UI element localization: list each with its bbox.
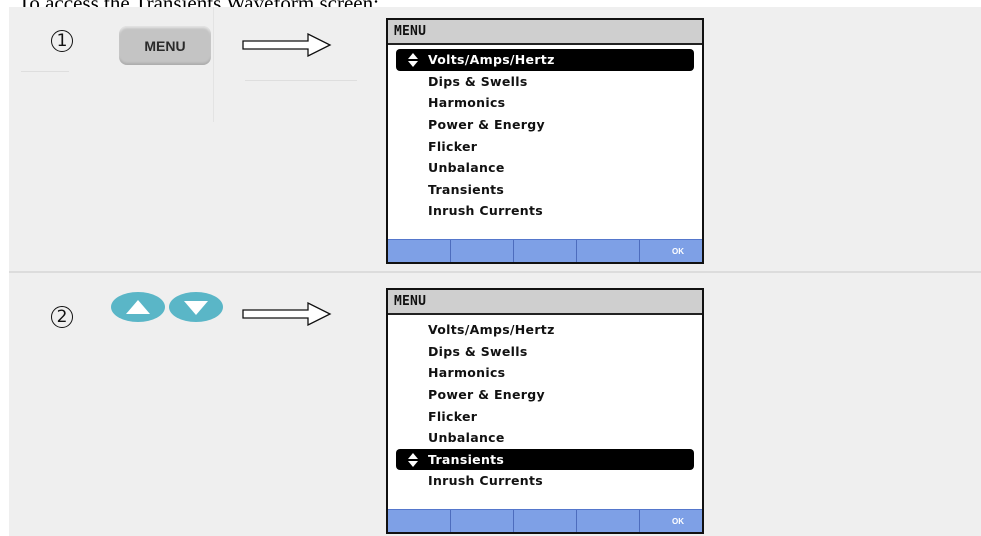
softkey-4[interactable]: [577, 240, 640, 262]
menu-item-label: Transients: [428, 181, 505, 197]
menu-item-label: Unbalance: [428, 160, 505, 176]
menu-screen: MENU Volts/Amps/Hertz Dips & Swells Harmon…: [386, 288, 704, 534]
menu-item[interactable]: Flicker: [396, 135, 694, 157]
softkey-bar: OK: [388, 509, 702, 532]
screen-title: MENU: [388, 20, 702, 45]
menu-item[interactable]: Power & Energy: [396, 384, 694, 406]
step-2-panel: 2 MENU Volts/Amps/Hertz Dips & Swells Harm…: [9, 273, 981, 536]
softkey-2[interactable]: [451, 510, 514, 532]
menu-item-label: Harmonics: [428, 365, 506, 381]
softkey-3[interactable]: [514, 240, 577, 262]
menu-item[interactable]: Harmonics: [396, 92, 694, 114]
arrow-down-key[interactable]: [169, 292, 223, 322]
menu-item[interactable]: Volts/Amps/Hertz: [396, 319, 694, 341]
screen-title: MENU: [388, 290, 702, 315]
softkey-bar: OK: [388, 239, 702, 262]
softkey-4[interactable]: [577, 510, 640, 532]
menu-item-label: Power & Energy: [428, 117, 545, 133]
divider: [21, 71, 69, 72]
menu-item[interactable]: Dips & Swells: [396, 71, 694, 93]
step-1-panel: 1 MENU MENU Volts/Amps/Hertz Dips & Swell…: [9, 7, 981, 271]
menu-item-label: Unbalance: [428, 430, 505, 446]
menu-item[interactable]: Volts/Amps/Hertz: [396, 49, 694, 71]
menu-item[interactable]: Power & Energy: [396, 114, 694, 136]
right-arrow-icon: [242, 302, 332, 326]
right-arrow-icon: [242, 33, 332, 57]
menu-item[interactable]: Inrush Currents: [396, 200, 694, 222]
softkey-2[interactable]: [451, 240, 514, 262]
menu-item[interactable]: Dips & Swells: [396, 341, 694, 363]
softkey-5[interactable]: OK: [640, 510, 702, 532]
updown-selector-icon: [408, 53, 418, 67]
divider: [245, 80, 357, 81]
menu-item-label: Volts/Amps/Hertz: [428, 52, 555, 68]
menu-list: Volts/Amps/Hertz Dips & Swells Harmonics Po…: [388, 315, 702, 507]
menu-item[interactable]: Flicker: [396, 405, 694, 427]
arrow-up-key[interactable]: [111, 292, 165, 322]
softkey-1[interactable]: [388, 510, 451, 532]
updown-selector-icon: [408, 452, 418, 467]
menu-item[interactable]: Transients: [396, 448, 694, 471]
divider: [213, 7, 214, 122]
menu-item-label: Dips & Swells: [428, 73, 528, 89]
menu-item-label: Volts/Amps/Hertz: [428, 322, 555, 338]
menu-item-label: Dips & Swells: [428, 343, 528, 359]
softkey-5[interactable]: OK: [640, 240, 702, 262]
menu-item-label: Harmonics: [428, 95, 506, 111]
menu-screen: MENU Volts/Amps/Hertz Dips & Swells Harmon…: [386, 18, 704, 264]
menu-item-label: Power & Energy: [428, 387, 545, 403]
menu-list: Volts/Amps/Hertz Dips & Swells Harmonics Po…: [388, 45, 702, 237]
step-number: 1: [51, 30, 73, 52]
menu-item-label: Flicker: [428, 408, 478, 424]
menu-item-label: Inrush Currents: [428, 203, 543, 219]
menu-item[interactable]: Transients: [396, 179, 694, 201]
menu-key[interactable]: MENU: [119, 26, 211, 65]
menu-item-label: Inrush Currents: [428, 473, 543, 489]
menu-item[interactable]: Unbalance: [396, 157, 694, 179]
softkey-3[interactable]: [514, 510, 577, 532]
step-number: 2: [51, 306, 73, 328]
menu-item[interactable]: Unbalance: [396, 427, 694, 449]
menu-item[interactable]: Inrush Currents: [396, 470, 694, 492]
menu-item[interactable]: Harmonics: [396, 362, 694, 384]
menu-item-label: Transients: [428, 451, 505, 467]
softkey-1[interactable]: [388, 240, 451, 262]
menu-item-label: Flicker: [428, 138, 478, 154]
